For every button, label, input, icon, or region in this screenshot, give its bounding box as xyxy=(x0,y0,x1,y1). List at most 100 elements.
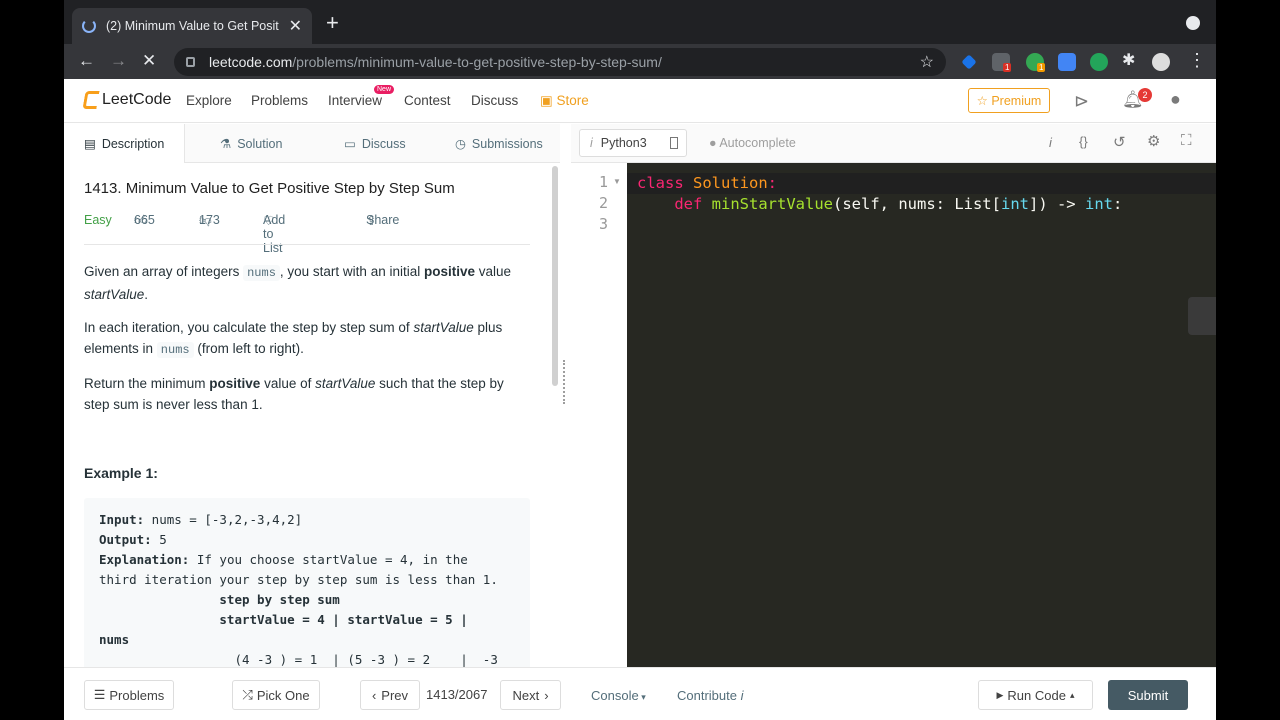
tab-discuss[interactable]: ▭ Discuss xyxy=(344,124,406,163)
settings-icon[interactable]: ⚙ xyxy=(1147,132,1160,150)
tab-description[interactable]: ▤ Description xyxy=(64,124,186,163)
language-select[interactable]: i Python3 xyxy=(579,129,687,157)
pick-one-label: Pick One xyxy=(256,687,310,703)
dot-icon: ● xyxy=(709,136,720,150)
nav-contest[interactable]: Contest xyxy=(404,93,451,108)
chevron-left-icon: ‹ xyxy=(371,687,377,703)
playground-icon[interactable]: ⊳ xyxy=(1074,91,1089,112)
browser-tabbar: (2) Minimum Value to Get Posit ✕ + xyxy=(64,0,1216,44)
notification-badge: 2 xyxy=(1138,88,1152,102)
share-label: Share xyxy=(366,213,400,227)
nav-interview[interactable]: Interview xyxy=(328,93,382,108)
url-domain: leetcode.com xyxy=(209,54,293,70)
user-avatar-icon[interactable]: ● xyxy=(1170,89,1181,110)
next-label: Next xyxy=(512,687,540,703)
console-button[interactable]: Console ▾ xyxy=(591,688,646,703)
example-heading: Example 1: xyxy=(84,465,158,481)
nav-discuss[interactable]: Discuss xyxy=(471,93,518,108)
extension-icon[interactable] xyxy=(961,54,977,70)
description-icon: ▤ xyxy=(84,137,96,151)
description-paragraph: Return the minimum positive value of sta… xyxy=(84,376,504,412)
prev-label: Prev xyxy=(381,687,409,703)
side-panel-handle[interactable] xyxy=(1188,297,1216,335)
nav-store[interactable]: ▣ Store xyxy=(540,93,589,109)
info-icon: i xyxy=(590,136,593,150)
console-label: Console xyxy=(591,688,639,703)
pane-resize-handle[interactable] xyxy=(563,360,567,404)
braces-icon[interactable]: {} xyxy=(1079,134,1088,149)
dislike-count: 173 xyxy=(199,213,220,227)
discuss-icon: ▭ xyxy=(344,137,356,151)
new-tab-icon[interactable]: + xyxy=(326,12,339,34)
address-bar[interactable]: leetcode.com /problems/minimum-value-to-… xyxy=(174,48,946,76)
line-number: 2 xyxy=(599,194,609,212)
code-editor[interactable]: 1 2 3 ▼ class Solution: def minStartValu… xyxy=(571,163,1216,667)
description-scrollbar[interactable] xyxy=(552,166,558,386)
reset-icon[interactable]: ↺ xyxy=(1113,133,1126,151)
forward-icon[interactable]: → xyxy=(110,50,127,72)
url-path: /problems/minimum-value-to-get-positive-… xyxy=(292,54,662,70)
tab-search-icon[interactable] xyxy=(1186,16,1200,30)
stop-icon[interactable]: ✕ xyxy=(142,50,156,72)
code-line: def minStartValue(self, nums: List[int])… xyxy=(674,195,1123,213)
line-number: 1 xyxy=(599,173,609,191)
prev-button[interactable]: ‹ Prev xyxy=(360,680,420,710)
extension-badge: 1 xyxy=(1037,63,1046,72)
premium-button[interactable]: ☆ Premium xyxy=(968,88,1050,113)
fold-icon[interactable]: ▼ xyxy=(613,177,621,186)
puzzle-icon[interactable]: ✱ xyxy=(1122,50,1135,70)
select-arrow-icon xyxy=(670,137,678,149)
caret-down-icon: ▾ xyxy=(638,692,646,702)
difficulty-badge: Easy xyxy=(84,213,112,227)
info-icon: i xyxy=(740,688,744,703)
nav-problems[interactable]: Problems xyxy=(251,93,308,108)
run-code-button[interactable]: ▶ Run Code ▴ xyxy=(978,680,1093,710)
description-paragraph: In each iteration, you calculate the ste… xyxy=(84,320,503,358)
code-line: class Solution: xyxy=(637,174,778,192)
autocomplete-toggle[interactable]: ● Autocomplete xyxy=(709,136,796,150)
back-icon[interactable]: ← xyxy=(78,50,95,72)
leetcode-logo[interactable]: LeetCode xyxy=(82,91,172,109)
bookmark-star-icon[interactable]: ☆ xyxy=(920,52,934,72)
play-icon: ▶ xyxy=(996,689,1004,700)
line-number: 3 xyxy=(599,215,609,233)
fullscreen-icon[interactable]: ⛶ xyxy=(1181,132,1192,149)
lock-icon xyxy=(186,57,195,67)
run-code-label: Run Code xyxy=(1007,687,1066,703)
info-icon[interactable]: i xyxy=(1049,135,1052,150)
close-tab-icon[interactable]: ✕ xyxy=(289,16,302,36)
submit-button[interactable]: Submit xyxy=(1108,680,1188,710)
nav-explore[interactable]: Explore xyxy=(186,93,232,108)
problems-button[interactable]: ☰ Problems xyxy=(84,680,174,710)
problem-title: 1413. Minimum Value to Get Positive Step… xyxy=(84,180,455,197)
description-paragraph: Given an array of integers nums, you sta… xyxy=(84,264,512,302)
logo-text: LeetCode xyxy=(102,91,172,108)
example-block: Input: nums = [-3,2,-3,4,2] Output: 5 Ex… xyxy=(84,498,530,667)
clock-icon: ◷ xyxy=(455,137,466,151)
caret-up-icon: ▴ xyxy=(1069,689,1075,700)
extension-badge: 1 xyxy=(1003,63,1012,72)
tab-solution[interactable]: ⚗ Solution xyxy=(220,124,282,163)
chevron-right-icon: › xyxy=(544,687,549,703)
contribute-button[interactable]: Contribute i xyxy=(677,688,744,703)
tab-title: (2) Minimum Value to Get Posit xyxy=(106,19,279,33)
bottom-bar: ☰ Problems ⤮ Pick One ‹ Prev 1413/2067 Next… xyxy=(64,667,1216,720)
editor-toolbar: i Python3 ● Autocomplete i {} ↺ ⚙ ⛶ xyxy=(571,124,1216,163)
profile-avatar[interactable] xyxy=(1152,53,1170,71)
translate-icon[interactable] xyxy=(1058,53,1076,71)
tab-submissions[interactable]: ◷ Submissions xyxy=(455,124,543,163)
tab-label: Description xyxy=(101,136,165,151)
divider xyxy=(84,244,530,245)
problem-description: 1413. Minimum Value to Get Positive Step… xyxy=(84,164,530,667)
tab-label: Discuss xyxy=(361,136,406,151)
browser-toolbar: ← → ✕ leetcode.com /problems/minimum-val… xyxy=(64,44,1216,79)
menu-icon[interactable]: ⋮ xyxy=(1188,50,1206,71)
loading-icon xyxy=(82,19,96,33)
browser-window: (2) Minimum Value to Get Posit ✕ + ← → ✕… xyxy=(64,0,1216,720)
new-badge: New xyxy=(374,85,395,94)
extension-icon[interactable] xyxy=(1090,53,1108,71)
next-button[interactable]: Next › xyxy=(500,680,561,710)
pick-one-button[interactable]: ⤮ Pick One xyxy=(232,680,320,710)
browser-tab[interactable]: (2) Minimum Value to Get Posit ✕ xyxy=(72,8,312,44)
page-indicator: 1413/2067 xyxy=(426,687,488,702)
